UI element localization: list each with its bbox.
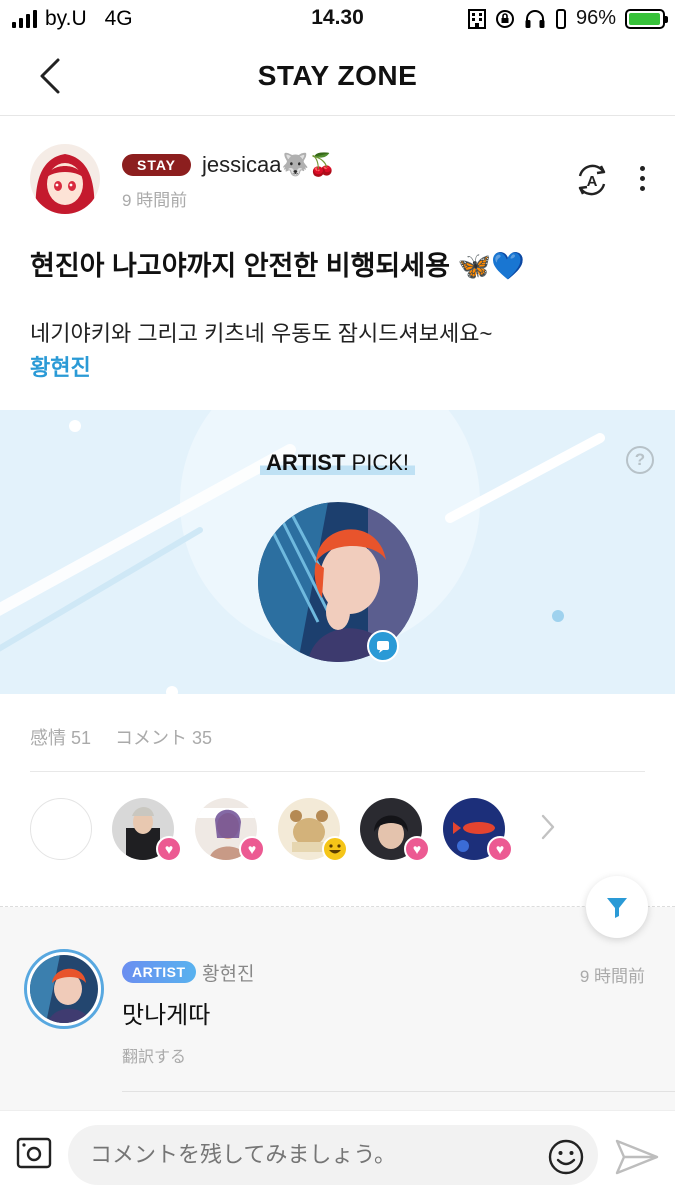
stay-badge: STAY — [122, 154, 192, 176]
reactors-row: ♥ ♥ ♥ ♥ — [30, 798, 650, 862]
comment-divider — [122, 1091, 675, 1092]
reactor-avatar[interactable]: ♥ — [443, 798, 513, 862]
nav-bar: STAY ZONE — [0, 40, 675, 116]
heart-icon: ♥ — [156, 836, 182, 862]
reactor-avatar[interactable]: ♥ — [360, 798, 430, 862]
stay-zone-screen: by.U 4G 14.30 96% STAY ZONE STAY jessica… — [0, 0, 675, 1200]
heart-icon: ♥ — [487, 836, 513, 862]
post-time: 9 時間前 — [122, 191, 188, 210]
status-right: 96% — [467, 7, 668, 30]
svg-text:A: A — [587, 173, 598, 190]
translate-link[interactable]: 翻訳する — [122, 1043, 186, 1067]
page-title: STAY ZONE — [257, 60, 418, 91]
comment-composer — [0, 1110, 675, 1200]
filter-icon — [607, 898, 627, 918]
reactor-avatar[interactable]: ♥ — [195, 798, 265, 862]
comment-avatar[interactable] — [24, 949, 104, 1029]
building-icon — [467, 8, 486, 29]
vibrate-icon — [555, 8, 566, 29]
heart-icon: ♥ — [239, 836, 265, 862]
artist-pick-title-rest: PICK! — [345, 450, 410, 475]
battery-percent: 96% — [575, 7, 616, 29]
status-bar: by.U 4G 14.30 96% — [0, 0, 675, 40]
emoji-button[interactable] — [548, 1139, 584, 1175]
post-tag[interactable]: 황현진 — [30, 350, 91, 382]
post-header: STAY jessicaa🐺🍒 9 時間前 A — [30, 142, 650, 222]
send-button[interactable] — [614, 1137, 660, 1177]
reaction-count[interactable]: 感情 51 — [30, 724, 91, 750]
artist-badge: ARTIST — [122, 961, 196, 983]
headphones-icon — [525, 9, 545, 28]
comment-input[interactable] — [68, 1125, 598, 1185]
my-reaction-slot[interactable] — [30, 798, 92, 860]
camera-button[interactable] — [16, 1135, 52, 1171]
filter-button[interactable] — [586, 876, 648, 938]
comment-list: ARTIST 황현진 9 時間前 맛나게따 翻訳する — [0, 907, 675, 1110]
artist-pick-title-bold: ARTIST — [265, 450, 346, 475]
post-body: 네기야키와 그리고 키츠네 우동도 잠시드셔보세요~ — [30, 321, 493, 346]
help-icon[interactable]: ? — [626, 446, 654, 474]
comment-text: 맛나게따 — [122, 1002, 211, 1029]
divider — [30, 771, 645, 772]
reactor-avatar[interactable] — [278, 798, 348, 862]
author-name[interactable]: jessicaa🐺🍒 — [202, 152, 336, 178]
rotation-lock-icon — [495, 9, 514, 28]
battery-icon — [625, 8, 668, 29]
reactor-avatar[interactable]: ♥ — [112, 798, 182, 862]
battery-level — [629, 12, 660, 25]
artist-pick-title: ARTIST PICK! — [0, 450, 675, 476]
comment-author[interactable]: 황현진 — [202, 959, 254, 986]
post-title: 현진아 나고야까지 안전한 비행되세용 🦋💙 — [30, 251, 525, 281]
artist-pick-banner: ARTIST PICK! ? — [0, 410, 675, 694]
author-avatar[interactable] — [30, 144, 100, 214]
chat-badge-icon — [367, 630, 399, 662]
heart-icon: ♥ — [404, 836, 430, 862]
more-options-button[interactable] — [636, 166, 648, 194]
comment-count[interactable]: コメント 35 — [115, 724, 212, 750]
chevron-right-icon[interactable] — [538, 812, 558, 842]
translate-button[interactable]: A — [572, 160, 612, 200]
comment-time: 9 時間前 — [579, 967, 645, 986]
smile-reaction-icon — [322, 836, 348, 862]
post-stats: 感情 51 コメント 35 — [30, 724, 212, 750]
